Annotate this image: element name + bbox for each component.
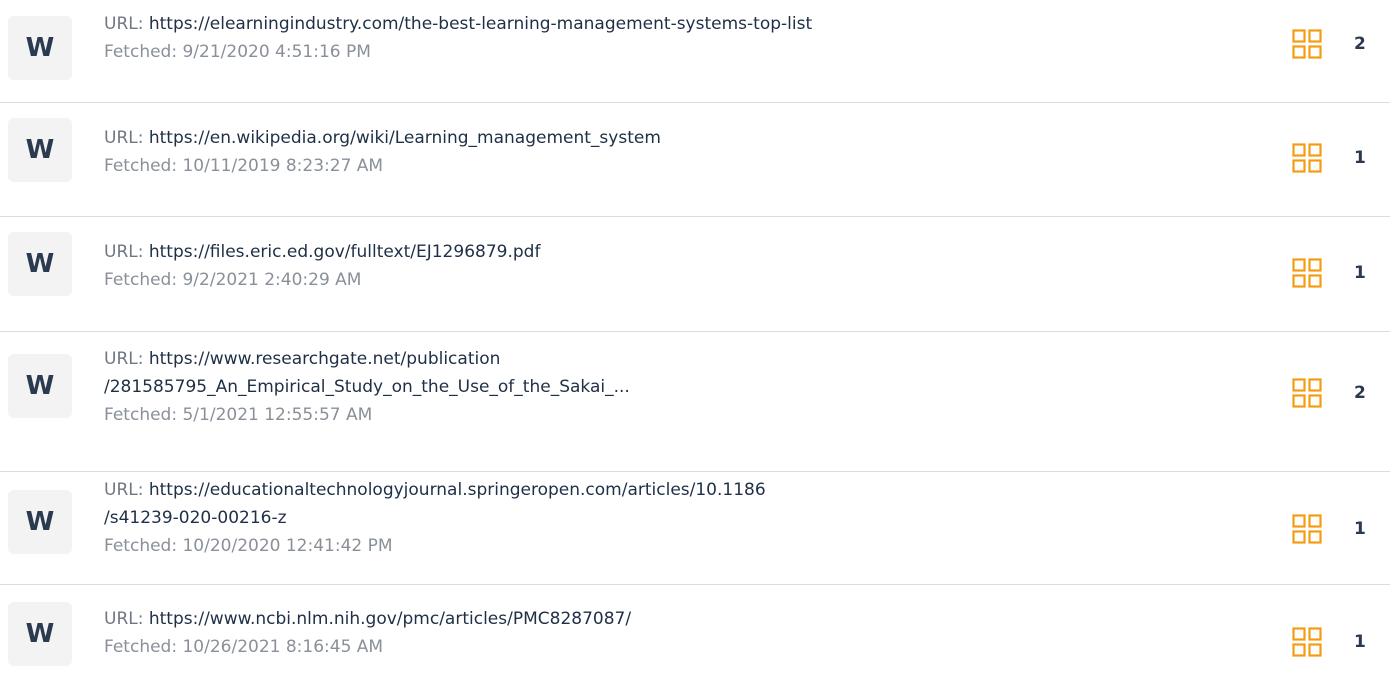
source-type-badge: W xyxy=(8,490,72,554)
fetched-date: Fetched: 10/11/2019 8:23:27 AM xyxy=(104,156,384,176)
match-count: 2 xyxy=(1354,34,1366,54)
source-url[interactable]: URL: https://elearningindustry.com/the-b… xyxy=(104,10,1234,38)
source-type-badge: W xyxy=(8,16,72,80)
source-url-continued[interactable]: /281585795_An_Empirical_Study_on_the_Use… xyxy=(104,373,1234,401)
source-type-badge: W xyxy=(8,118,72,182)
match-count: 1 xyxy=(1354,632,1366,652)
source-url[interactable]: URL: https://www.researchgate.net/public… xyxy=(104,345,1234,373)
source-url[interactable]: URL: https://www.ncbi.nlm.nih.gov/pmc/ar… xyxy=(104,605,1234,633)
match-count: 1 xyxy=(1354,148,1366,168)
source-url-continued[interactable]: /s41239-020-00216-z xyxy=(104,504,1234,532)
source-text: URL: https://www.ncbi.nlm.nih.gov/pmc/ar… xyxy=(104,605,1234,661)
matches-grid-icon[interactable] xyxy=(1292,514,1322,544)
source-url[interactable]: URL: https://files.eric.ed.gov/fulltext/… xyxy=(104,238,1234,266)
match-count: 1 xyxy=(1354,263,1366,283)
source-text: URL: https://educationaltechnologyjourna… xyxy=(104,476,1234,560)
url-label: URL: xyxy=(104,128,149,148)
url-text[interactable]: https://en.wikipedia.org/wiki/Learning_m… xyxy=(149,128,661,148)
url-label: URL: xyxy=(104,242,149,262)
source-url[interactable]: URL: https://educationaltechnologyjourna… xyxy=(104,476,1234,504)
url-text[interactable]: https://www.ncbi.nlm.nih.gov/pmc/article… xyxy=(149,609,631,629)
url-label: URL: xyxy=(104,480,149,500)
matches-grid-icon[interactable] xyxy=(1292,143,1322,173)
source-type-badge: W xyxy=(8,354,72,418)
url-text[interactable]: https://elearningindustry.com/the-best-l… xyxy=(149,14,812,34)
url-label: URL: xyxy=(104,609,149,629)
source-row[interactable]: W URL: https://elearningindustry.com/the… xyxy=(0,0,1390,104)
url-text[interactable]: https://www.researchgate.net/publication xyxy=(149,349,501,369)
match-count: 2 xyxy=(1354,383,1366,403)
source-row[interactable]: W URL: https://www.researchgate.net/publ… xyxy=(0,332,1390,471)
source-type-badge: W xyxy=(8,232,72,296)
source-text: URL: https://files.eric.ed.gov/fulltext/… xyxy=(104,238,1234,294)
source-text: URL: https://elearningindustry.com/the-b… xyxy=(104,10,1234,66)
source-row[interactable]: W URL: https://educationaltechnologyjour… xyxy=(0,472,1390,584)
fetched-date: Fetched: 9/2/2021 2:40:29 AM xyxy=(104,270,362,290)
fetched-date: Fetched: 10/26/2021 8:16:45 AM xyxy=(104,637,384,657)
url-text[interactable]: https://educationaltechnologyjournal.spr… xyxy=(149,480,766,500)
source-row[interactable]: W URL: https://files.eric.ed.gov/fulltex… xyxy=(0,217,1390,331)
matches-grid-icon[interactable] xyxy=(1292,627,1322,657)
matches-grid-icon[interactable] xyxy=(1292,29,1322,59)
url-text[interactable]: https://files.eric.ed.gov/fulltext/EJ129… xyxy=(149,242,541,262)
fetched-date: Fetched: 5/1/2021 12:55:57 AM xyxy=(104,405,373,425)
source-text: URL: https://www.researchgate.net/public… xyxy=(104,345,1234,429)
url-label: URL: xyxy=(104,14,149,34)
matches-grid-icon[interactable] xyxy=(1292,378,1322,408)
source-row[interactable]: W URL: https://en.wikipedia.org/wiki/Lea… xyxy=(0,103,1390,216)
source-row[interactable]: W URL: https://www.ncbi.nlm.nih.gov/pmc/… xyxy=(0,585,1390,683)
source-type-badge: W xyxy=(8,602,72,666)
sources-list: W URL: https://elearningindustry.com/the… xyxy=(0,0,1390,683)
source-text: URL: https://en.wikipedia.org/wiki/Learn… xyxy=(104,124,1234,180)
matches-grid-icon[interactable] xyxy=(1292,258,1322,288)
match-count: 1 xyxy=(1354,519,1366,539)
fetched-date: Fetched: 9/21/2020 4:51:16 PM xyxy=(104,42,371,62)
source-url[interactable]: URL: https://en.wikipedia.org/wiki/Learn… xyxy=(104,124,1234,152)
url-label: URL: xyxy=(104,349,149,369)
fetched-date: Fetched: 10/20/2020 12:41:42 PM xyxy=(104,536,393,556)
